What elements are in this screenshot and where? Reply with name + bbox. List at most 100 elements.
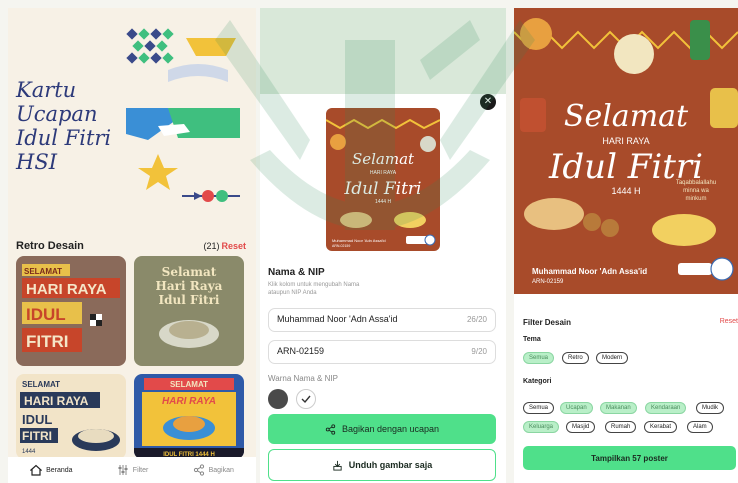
filter-title: Filter Desain bbox=[523, 318, 572, 327]
filter-screen: Selamat HARI RAYA Idul Fitri 1444 H Taqa… bbox=[514, 8, 738, 483]
chip-kategori-keluarga[interactable]: Keluarga bbox=[523, 421, 560, 433]
card-art: SELAMAT HARI RAYA IDUL FITRI 1444 bbox=[20, 380, 120, 455]
share-with-greeting-button[interactable]: Bagikan dengan ucapan bbox=[268, 414, 496, 444]
close-icon: ✕ bbox=[483, 96, 493, 107]
help-text: Klik kolom untuk mengubah Nama ataupun N… bbox=[268, 282, 360, 296]
card-text: 1444 bbox=[22, 449, 36, 455]
result-count: (21) Reset bbox=[203, 241, 246, 251]
card-text: SELAMAT bbox=[22, 380, 60, 389]
card-art: Selamat Hari Raya Idul Fitri bbox=[156, 265, 223, 348]
reset-link[interactable]: Reset bbox=[720, 318, 738, 325]
name-input[interactable] bbox=[277, 314, 427, 324]
card-text: HARI RAYA bbox=[24, 394, 89, 408]
design-card[interactable]: SELAMAT HARI RAYA IDUL FITRI 1444 bbox=[16, 374, 126, 459]
poster-text: 1444 H bbox=[611, 186, 640, 196]
nip-input[interactable] bbox=[277, 346, 427, 356]
poster-preview: Selamat HARI RAYA Idul Fitri 1444 H Muha… bbox=[326, 108, 440, 251]
card-text: Hari Raya bbox=[156, 279, 223, 293]
chip-tema-modern[interactable]: Modern bbox=[596, 352, 629, 364]
card-text: Idul Fitri bbox=[159, 293, 220, 307]
design-card[interactable]: SELAMAT HARI RAYA IDUL FITRI bbox=[16, 256, 126, 366]
char-counter: 9/20 bbox=[471, 347, 487, 356]
download-image-button[interactable]: Unduh gambar saja bbox=[268, 449, 496, 481]
chip-kategori-semua[interactable]: Semua bbox=[523, 402, 555, 414]
chip-tema-semua[interactable]: Semua bbox=[523, 352, 555, 364]
chip-kategori-kerabat[interactable]: Kerabat bbox=[644, 421, 678, 433]
card-text: SELAMAT bbox=[170, 380, 208, 389]
poster-text: HARI RAYA bbox=[602, 136, 649, 146]
color-swatch-white[interactable] bbox=[296, 389, 316, 409]
home-screen: Kartu Ucapan Idul Fitri HSI Retro Desain… bbox=[8, 8, 256, 483]
poster-text: Taqabbalallahu bbox=[676, 180, 716, 186]
button-label: Unduh gambar saja bbox=[348, 460, 433, 470]
poster-text: 1444 H bbox=[375, 199, 392, 205]
title-line: Idul Fitri bbox=[16, 126, 112, 150]
chip-kategori-mudik[interactable]: Mudik bbox=[696, 402, 725, 414]
download-icon bbox=[333, 460, 342, 471]
chip-kategori-makanan[interactable]: Makanan bbox=[600, 402, 637, 414]
nav-share[interactable]: Bagikan bbox=[193, 464, 234, 476]
card-text: Selamat bbox=[162, 265, 217, 279]
sliders-icon bbox=[118, 465, 128, 475]
editor-screen: ✕ Selamat HARI RAYA Idul Fitri 1444 H Mu… bbox=[260, 8, 506, 483]
kategori-label: Kategori bbox=[523, 378, 552, 385]
card-text: IDUL bbox=[22, 412, 52, 427]
bottom-nav: Beranda Filter Bagikan bbox=[8, 457, 256, 483]
nav-home[interactable]: Beranda bbox=[30, 464, 73, 476]
design-card[interactable]: Selamat Hari Raya Idul Fitri bbox=[134, 256, 244, 366]
tema-label: Tema bbox=[523, 336, 541, 343]
card-art: SELAMAT HARI RAYA IDUL FITRI bbox=[22, 264, 120, 352]
card-text: SELAMAT bbox=[24, 267, 62, 276]
page-title: Kartu Ucapan Idul Fitri HSI bbox=[16, 78, 136, 174]
home-icon bbox=[30, 464, 43, 476]
chip-kategori-kendaraan[interactable]: Kendaraan bbox=[645, 402, 687, 414]
chip-kategori-rumah[interactable]: Rumah bbox=[605, 421, 637, 433]
poster-text: ARN-02159 bbox=[332, 244, 350, 248]
reset-link[interactable]: Reset bbox=[221, 241, 246, 251]
share-icon bbox=[193, 464, 204, 476]
close-button[interactable]: ✕ bbox=[480, 94, 496, 110]
card-text: IDUL bbox=[26, 305, 66, 324]
poster-art: Selamat HARI RAYA Idul Fitri 1444 H Taqa… bbox=[514, 18, 738, 285]
check-icon bbox=[301, 395, 311, 404]
poster-text: HARI RAYA bbox=[370, 170, 397, 176]
background-overlay[interactable] bbox=[260, 8, 506, 94]
card-text: HARI RAYA bbox=[162, 396, 216, 407]
chip-kategori-masjid[interactable]: Masjid bbox=[566, 421, 596, 433]
poster-text: minkum bbox=[685, 196, 706, 202]
nav-filter[interactable]: Filter bbox=[117, 464, 149, 476]
poster-name: Muhammad Noor 'Adn Assa'id bbox=[532, 267, 647, 276]
section-title: Retro Desain bbox=[16, 240, 84, 252]
poster-text: Selamat bbox=[352, 150, 415, 168]
show-posters-button[interactable]: Tampilkan 57 poster bbox=[523, 446, 736, 470]
poster-text: minna wa bbox=[683, 188, 709, 194]
poster-text: Selamat bbox=[564, 99, 689, 134]
poster-art: Selamat HARI RAYA Idul Fitri 1444 H Muha… bbox=[326, 118, 440, 248]
color-label: Warna Nama & NIP bbox=[268, 374, 338, 383]
design-card[interactable]: SELAMAT HARI RAYA IDUL FITRI 1444 H bbox=[134, 374, 244, 459]
title-line: HSI bbox=[16, 150, 57, 174]
title-line: Ucapan bbox=[16, 102, 98, 126]
poster-background: Selamat HARI RAYA Idul Fitri 1444 H Taqa… bbox=[514, 8, 738, 294]
nav-label: Beranda bbox=[46, 466, 73, 474]
card-text: HARI RAYA bbox=[26, 281, 107, 298]
title-line: Kartu bbox=[16, 78, 77, 102]
share-icon bbox=[325, 423, 336, 435]
color-swatch-dark[interactable] bbox=[268, 389, 288, 409]
screen: Kartu Ucapan Idul Fitri HSI Retro Desain… bbox=[0, 0, 738, 483]
card-text: FITRI bbox=[26, 332, 69, 351]
chip-tema-retro[interactable]: Retro bbox=[562, 352, 589, 364]
chip-kategori-alam[interactable]: Alam bbox=[687, 421, 713, 433]
nav-label: Filter bbox=[132, 466, 149, 474]
chip-kategori-ucapan[interactable]: Ucapan bbox=[560, 402, 593, 414]
poster-text: Muhammad Noor 'Adn Assa'id bbox=[332, 238, 386, 243]
nip-field[interactable]: 9/20 bbox=[268, 340, 496, 364]
count-text: (21) bbox=[203, 241, 220, 251]
nav-label: Bagikan bbox=[208, 466, 234, 474]
name-field[interactable]: 26/20 bbox=[268, 308, 496, 332]
poster-text: Idul Fitri bbox=[343, 179, 421, 199]
char-counter: 26/20 bbox=[466, 315, 487, 324]
button-label: Bagikan dengan ucapan bbox=[341, 424, 440, 434]
card-art: SELAMAT HARI RAYA IDUL FITRI 1444 H bbox=[134, 378, 244, 459]
card-text: FITRI bbox=[22, 429, 52, 443]
